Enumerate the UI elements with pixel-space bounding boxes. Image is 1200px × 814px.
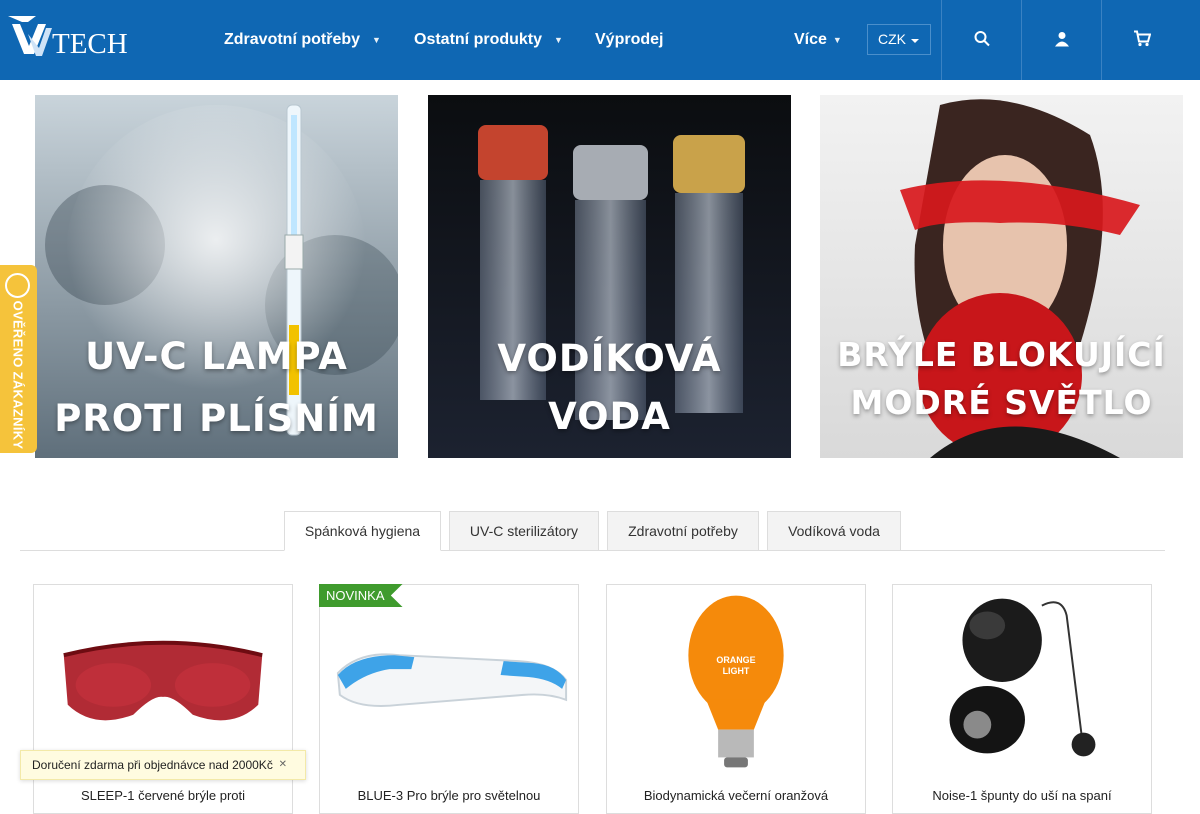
- product-image: ORANGE LIGHT: [688, 595, 784, 768]
- nav-label: Výprodej: [595, 31, 664, 48]
- nav-label: Více: [794, 31, 827, 49]
- nav-label: Zdravotní potřeby: [224, 31, 361, 49]
- free-shipping-text: Doručení zdarma při objednávce nad 2000K…: [32, 758, 273, 772]
- nav-vyprodej[interactable]: Výprodej: [595, 30, 663, 50]
- product-image: [336, 653, 568, 708]
- verified-customers-badge[interactable]: OVĚŘENO ZÁKAZNÍKY: [0, 265, 37, 453]
- cart-icon: [1133, 30, 1151, 50]
- user-icon: [1054, 31, 1070, 50]
- chevron-down-icon: ▼: [372, 35, 381, 45]
- close-icon[interactable]: ✕: [279, 751, 287, 779]
- search-icon: [974, 31, 990, 50]
- nav-vice[interactable]: Více ▼: [794, 30, 842, 50]
- heureka-seal-icon: [5, 273, 30, 298]
- banner-uvc-lamp[interactable]: UV-C LAMPA PROTI PLÍSNÍM: [35, 95, 398, 458]
- banner-line-1: BRÝLE BLOKUJÍCÍ: [837, 335, 1166, 374]
- tab-vodikova-voda[interactable]: Vodíková voda: [767, 511, 901, 551]
- tab-uvc-sterilizatory[interactable]: UV-C sterilizátory: [449, 511, 599, 551]
- svg-text:ORANGE: ORANGE: [716, 655, 755, 665]
- svg-text:TECH: TECH: [52, 28, 128, 58]
- product-card[interactable]: ORANGE LIGHT Biodynamická večerní oranžo…: [606, 584, 866, 814]
- product-card[interactable]: Noise-1 špunty do uší na spaní: [892, 584, 1152, 814]
- banner-line-2: PROTI PLÍSNÍM: [54, 397, 379, 440]
- free-shipping-notice: Doručení zdarma při objednávce nad 2000K…: [20, 750, 306, 780]
- nav-label: Ostatní produkty: [414, 31, 543, 49]
- currency-value: CZK: [878, 31, 906, 47]
- account-button[interactable]: [1021, 0, 1101, 80]
- nav-ostatni-produkty[interactable]: Ostatní produkty ▼: [414, 30, 563, 50]
- currency-select[interactable]: CZK: [867, 24, 931, 55]
- site-logo[interactable]: TECH: [6, 14, 146, 60]
- banner-line-2: VODA: [548, 395, 671, 438]
- logo-icon: TECH: [8, 16, 128, 60]
- banner-hydrogen-water[interactable]: VODÍKOVÁ VODA: [428, 95, 791, 458]
- search-button[interactable]: [941, 0, 1021, 80]
- tab-zdravotni-potreby[interactable]: Zdravotní potřeby: [607, 511, 759, 551]
- product-image: [63, 640, 263, 721]
- new-badge: NOVINKA: [319, 584, 403, 607]
- banner-line-1: UV-C LAMPA: [85, 335, 348, 378]
- tab-spankova-hygiena[interactable]: Spánková hygiena: [284, 511, 441, 551]
- banner-line-2: MODRÉ SVĚTLO: [850, 383, 1153, 422]
- svg-text:LIGHT: LIGHT: [723, 666, 750, 676]
- nav-zdravotni-potreby[interactable]: Zdravotní potřeby ▼: [224, 30, 381, 50]
- product-card[interactable]: NOVINKA BLUE-3 Pro brýle pro světelnou: [319, 584, 579, 814]
- banner-line-1: VODÍKOVÁ: [497, 337, 722, 380]
- chevron-down-icon: ▼: [554, 35, 563, 45]
- product-image: [949, 598, 1096, 757]
- cart-button[interactable]: [1101, 0, 1181, 80]
- chevron-down-icon: ▼: [832, 35, 842, 45]
- product-title[interactable]: Biodynamická večerní oranžová: [607, 788, 865, 803]
- verified-badge-label: OVĚŘENO ZÁKAZNÍKY: [10, 300, 26, 450]
- product-title[interactable]: BLUE-3 Pro brýle pro světelnou: [320, 788, 578, 803]
- product-title[interactable]: SLEEP-1 červené brýle proti: [34, 788, 292, 803]
- site-header: TECH Zdravotní potřeby ▼ Ostatní produkty…: [0, 0, 1200, 80]
- banner-blue-light-glasses[interactable]: BRÝLE BLOKUJÍCÍ MODRÉ SVĚTLO: [820, 95, 1183, 458]
- product-title[interactable]: Noise-1 špunty do uší na spaní: [893, 788, 1151, 803]
- caret-down-icon: [911, 39, 919, 43]
